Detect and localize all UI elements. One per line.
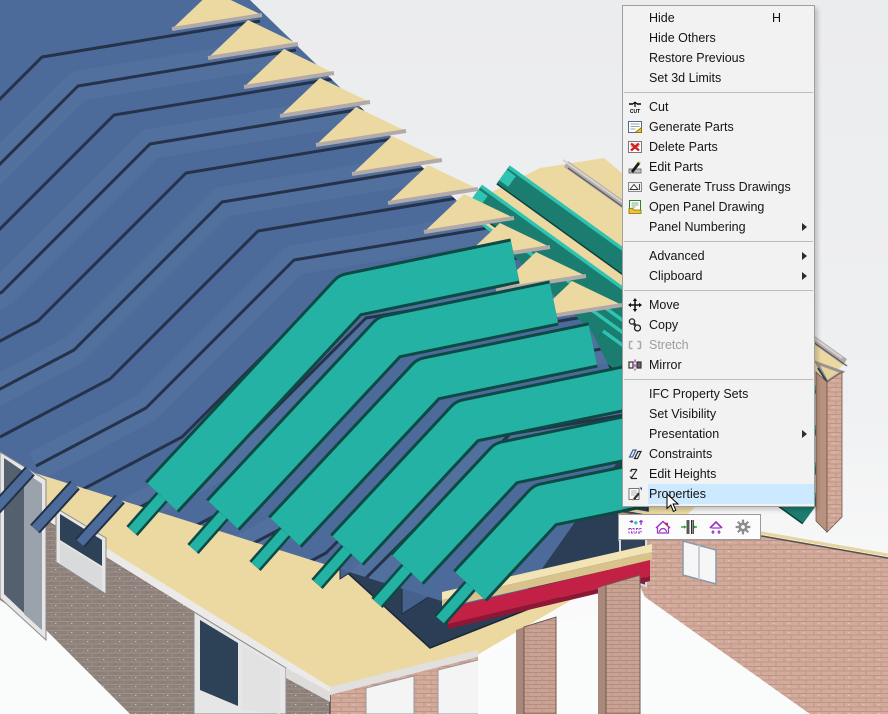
menu-item-delete-parts[interactable]: Delete Parts [623,137,814,157]
menu-item-properties[interactable]: Properties [623,484,814,504]
menu-item-restore-previous[interactable]: Restore Previous [623,48,814,68]
menu-item-advanced[interactable]: Advanced [623,246,814,266]
copy-icon [627,317,643,333]
menu-separator [624,379,813,380]
menu-item-set-3d-limits[interactable]: Set 3d Limits [623,68,814,88]
svg-text:CUT: CUT [630,109,640,115]
menu-separator [624,290,813,291]
roof-tool-button[interactable] [652,517,674,537]
truss-drawings-icon [627,179,643,195]
menu-item-presentation[interactable]: Presentation [623,424,814,444]
menu-item-generate-parts[interactable]: Generate Parts [623,117,814,137]
wall-corner-pillar[interactable] [816,363,842,532]
edit-heights-icon [627,466,643,482]
constraints-icon [627,446,643,462]
submenu-arrow-icon [802,223,807,231]
move-icon [627,297,643,313]
submenu-arrow-icon [802,430,807,438]
menu-item-constraints[interactable]: Constraints [623,444,814,464]
roof-tool-icon [654,518,672,536]
submenu-arrow-icon [802,272,807,280]
truss-layout-tool-button[interactable] [625,517,647,537]
edit-parts-icon [627,159,643,175]
truss-layout-tool-icon [627,518,645,536]
wall-spacing-tool-button[interactable] [678,517,700,537]
shortcut-label: H [772,11,781,25]
menu-item-panel-numbering[interactable]: Panel Numbering [623,217,814,237]
mini-toolbar [618,514,761,540]
menu-item-hide-others[interactable]: Hide Others [623,28,814,48]
menu-separator [624,241,813,242]
menu-item-stretch: Stretch [623,335,814,355]
generate-parts-icon [627,119,643,135]
menu-item-clipboard[interactable]: Clipboard [623,266,814,286]
menu-item-cut[interactable]: CUT Cut [623,97,814,117]
menu-item-mirror[interactable]: Mirror [623,355,814,375]
truss-raise-tool-icon [707,518,725,536]
menu-item-hide[interactable]: Hide H [623,8,814,28]
menu-item-edit-parts[interactable]: Edit Parts [623,157,814,177]
settings-button[interactable] [732,517,754,537]
menu-item-open-panel-drawing[interactable]: Open Panel Drawing [623,197,814,217]
menu-item-set-visibility[interactable]: Set Visibility [623,404,814,424]
menu-item-ifc-property-sets[interactable]: IFC Property Sets [623,384,814,404]
menu-separator [624,92,813,93]
properties-icon [627,486,643,502]
cut-icon: CUT [627,99,643,115]
menu-item-edit-heights[interactable]: Edit Heights [623,464,814,484]
open-panel-drawing-icon [627,199,643,215]
menu-item-copy[interactable]: Copy [623,315,814,335]
application-window: Hide H Hide Others Restore Previous Set … [0,0,888,714]
mirror-icon [627,357,643,373]
gear-icon [734,518,752,536]
stretch-icon [627,337,643,353]
delete-parts-icon [627,139,643,155]
truss-raise-tool-button[interactable] [705,517,727,537]
submenu-arrow-icon [802,252,807,260]
menu-item-move[interactable]: Move [623,295,814,315]
menu-item-generate-truss-drawings[interactable]: Generate Truss Drawings [623,177,814,197]
context-menu: Hide H Hide Others Restore Previous Set … [622,5,815,507]
wall-spacing-tool-icon [680,518,698,536]
